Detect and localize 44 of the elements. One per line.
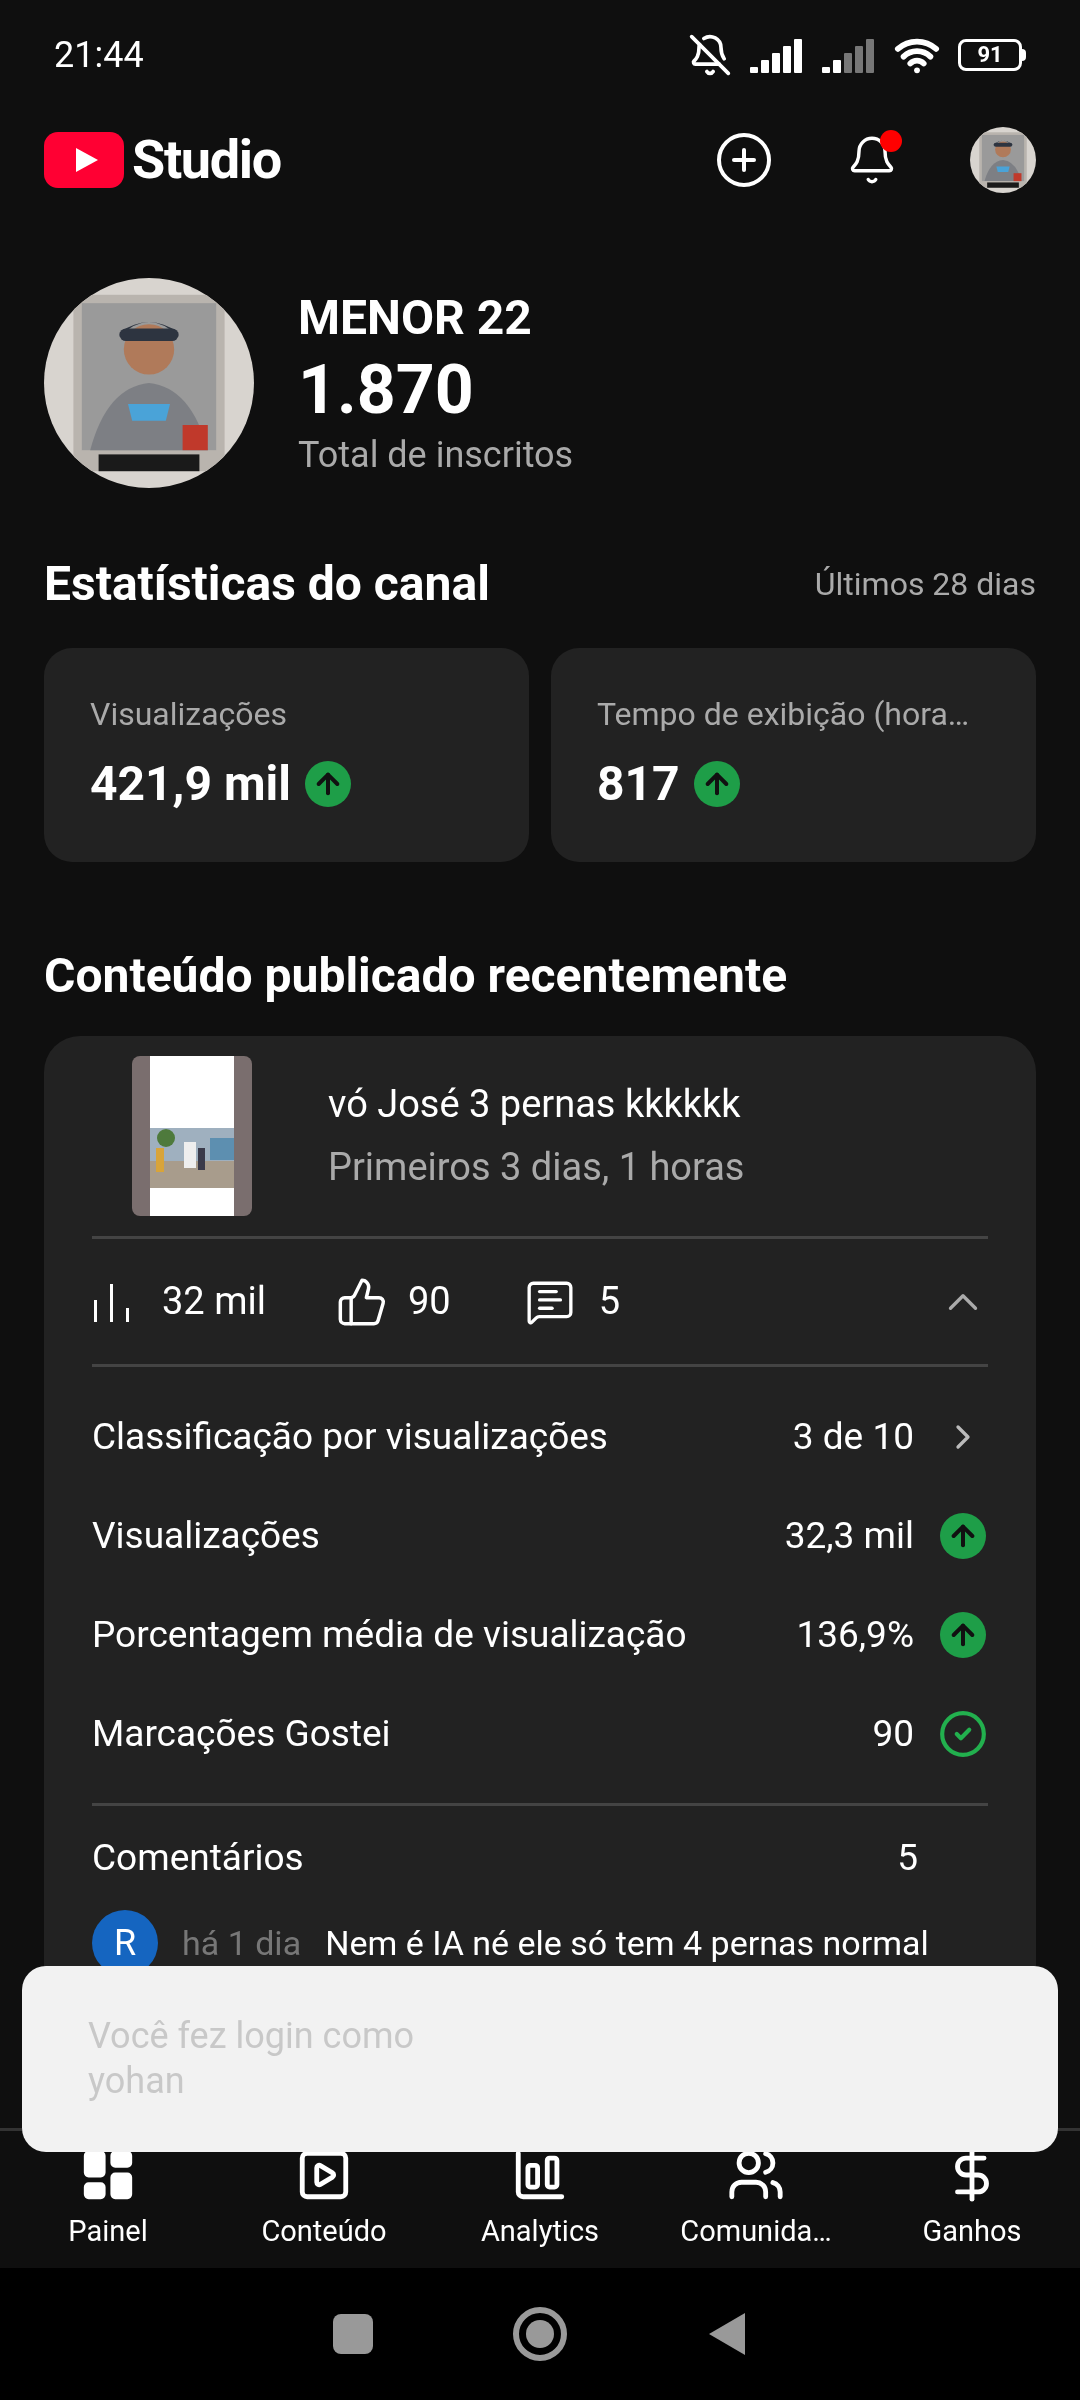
comment-time: há 1 dia bbox=[182, 1921, 302, 1965]
mute-icon bbox=[688, 33, 732, 77]
metric-label: Classificação por visualizações bbox=[92, 1413, 609, 1460]
period-label: Últimos 28 dias bbox=[814, 564, 1036, 605]
subscriber-label: Total de inscritos bbox=[298, 433, 574, 478]
home-button[interactable] bbox=[513, 2307, 567, 2361]
stat-value: 817 bbox=[597, 754, 680, 814]
stat-value: 421,9 mil bbox=[90, 754, 291, 814]
recents-button[interactable] bbox=[333, 2314, 373, 2354]
play-logo-icon bbox=[44, 132, 124, 188]
comment-text: Nem é IA né ele só tem 4 pernas normal bbox=[325, 1921, 929, 1965]
back-button[interactable] bbox=[707, 2311, 747, 2357]
section-title: Estatísticas do canal bbox=[44, 554, 490, 614]
video-period: Primeiros 3 dias, 1 horas bbox=[328, 1144, 745, 1191]
metric-label: Visualizações bbox=[92, 1512, 321, 1559]
stat-card[interactable]: Visualizações 421,9 mil bbox=[44, 648, 529, 862]
video-title: vó José 3 pernas kkkkkk bbox=[328, 1081, 742, 1128]
logo-text: Studio bbox=[132, 133, 281, 187]
status-time: 21:44 bbox=[54, 33, 144, 78]
metric-value: 3 de 10 bbox=[792, 1413, 914, 1460]
comments-label: Comentários bbox=[92, 1835, 305, 1882]
stat-card[interactable]: Tempo de exibição (hora… 817 bbox=[551, 648, 1036, 862]
metric-value: 90 bbox=[872, 1710, 914, 1757]
metric-label: Marcações Gostei bbox=[92, 1710, 392, 1757]
comments-total: 5 bbox=[897, 1835, 918, 1882]
metric-value: 136,9% bbox=[796, 1611, 914, 1658]
signal-icon bbox=[750, 37, 804, 73]
nav-label[interactable]: Painel bbox=[68, 2209, 148, 2254]
channel-name: MENOR 22 bbox=[298, 288, 533, 348]
metric-label: Porcentagem média de visualização bbox=[92, 1611, 688, 1658]
metric-value: 32,3 mil bbox=[784, 1512, 914, 1559]
signal-icon bbox=[822, 37, 876, 73]
nav-label[interactable]: Comunida… bbox=[680, 2209, 832, 2254]
nav-label[interactable]: Analytics bbox=[480, 2209, 600, 2254]
views-count: 32 mil bbox=[162, 1278, 266, 1325]
nav-label[interactable]: Conteúdo bbox=[261, 2209, 387, 2254]
subscriber-count: 1.870 bbox=[298, 349, 475, 432]
nav-label[interactable]: Ganhos bbox=[922, 2209, 1022, 2254]
comments-count: 5 bbox=[598, 1278, 621, 1325]
section-title: Conteúdo publicado recentemente bbox=[44, 946, 789, 1006]
likes-count: 90 bbox=[407, 1278, 451, 1325]
stat-label: Visualizações bbox=[90, 694, 289, 735]
create-icon[interactable] bbox=[714, 130, 774, 190]
stat-label: Tempo de exibição (hora… bbox=[597, 694, 971, 735]
